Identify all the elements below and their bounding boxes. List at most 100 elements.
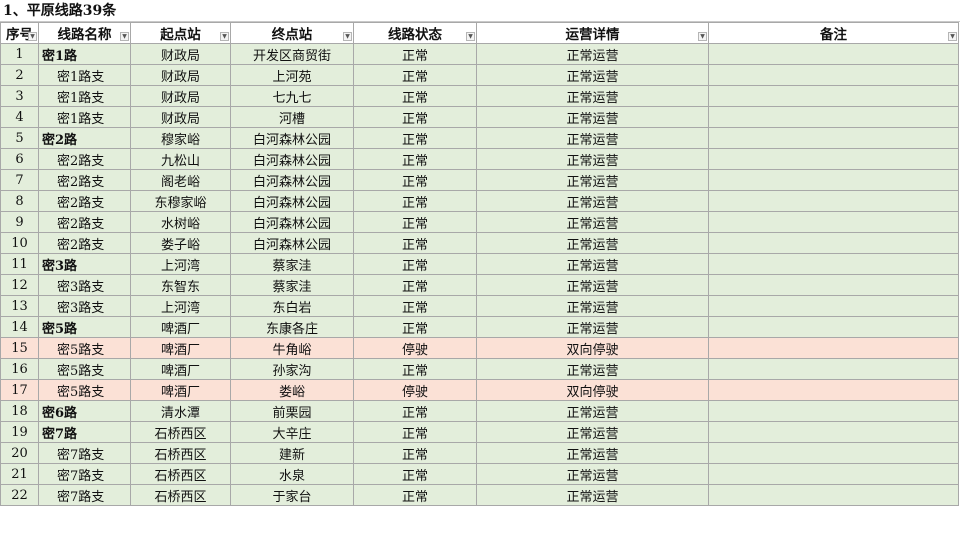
cell-no[interactable]: 7 — [0, 169, 39, 191]
cell-no[interactable]: 19 — [0, 421, 39, 443]
cell-start-station[interactable]: 清水潭 — [130, 400, 231, 422]
cell-end-station[interactable]: 孙家沟 — [230, 358, 354, 380]
cell-no[interactable]: 13 — [0, 295, 39, 317]
cell-start-station[interactable]: 娄子峪 — [130, 232, 231, 254]
cell-route-name[interactable]: 密6路 — [38, 400, 131, 422]
cell-remarks[interactable] — [708, 421, 959, 443]
cell-end-station[interactable]: 上河苑 — [230, 64, 354, 86]
cell-end-station[interactable]: 于家台 — [230, 484, 354, 506]
cell-route-status[interactable]: 正常 — [353, 148, 477, 170]
cell-start-station[interactable]: 财政局 — [130, 64, 231, 86]
cell-route-name[interactable]: 密5路支 — [38, 358, 131, 380]
filter-dropdown-icon[interactable]: ▼ — [698, 32, 707, 41]
cell-end-station[interactable]: 东康各庄 — [230, 316, 354, 338]
cell-end-station[interactable]: 白河森林公园 — [230, 169, 354, 191]
cell-remarks[interactable] — [708, 358, 959, 380]
cell-no[interactable]: 21 — [0, 463, 39, 485]
cell-end-station[interactable]: 白河森林公园 — [230, 211, 354, 233]
cell-operation-detail[interactable]: 正常运营 — [476, 169, 709, 191]
cell-route-name[interactable]: 密7路支 — [38, 442, 131, 464]
cell-start-station[interactable]: 啤酒厂 — [130, 337, 231, 359]
cell-route-status[interactable]: 正常 — [353, 253, 477, 275]
cell-route-name[interactable]: 密3路支 — [38, 295, 131, 317]
cell-start-station[interactable]: 上河湾 — [130, 253, 231, 275]
cell-start-station[interactable]: 九松山 — [130, 148, 231, 170]
cell-route-status[interactable]: 正常 — [353, 442, 477, 464]
filter-dropdown-icon[interactable]: ▼ — [28, 32, 37, 41]
cell-operation-detail[interactable]: 正常运营 — [476, 190, 709, 212]
cell-start-station[interactable]: 上河湾 — [130, 295, 231, 317]
cell-no[interactable]: 4 — [0, 106, 39, 128]
cell-remarks[interactable] — [708, 64, 959, 86]
cell-remarks[interactable] — [708, 442, 959, 464]
cell-end-station[interactable]: 白河森林公园 — [230, 232, 354, 254]
cell-no[interactable]: 22 — [0, 484, 39, 506]
cell-remarks[interactable] — [708, 85, 959, 107]
cell-end-station[interactable]: 建新 — [230, 442, 354, 464]
filter-dropdown-icon[interactable]: ▼ — [466, 32, 475, 41]
cell-end-station[interactable]: 娄峪 — [230, 379, 354, 401]
cell-operation-detail[interactable]: 正常运营 — [476, 295, 709, 317]
cell-route-name[interactable]: 密3路 — [38, 253, 131, 275]
cell-start-station[interactable]: 石桥西区 — [130, 442, 231, 464]
cell-end-station[interactable]: 前栗园 — [230, 400, 354, 422]
cell-start-station[interactable]: 石桥西区 — [130, 484, 231, 506]
cell-no[interactable]: 10 — [0, 232, 39, 254]
cell-remarks[interactable] — [708, 400, 959, 422]
cell-route-name[interactable]: 密2路支 — [38, 169, 131, 191]
cell-operation-detail[interactable]: 正常运营 — [476, 211, 709, 233]
cell-operation-detail[interactable]: 正常运营 — [476, 358, 709, 380]
cell-remarks[interactable] — [708, 337, 959, 359]
cell-operation-detail[interactable]: 双向停驶 — [476, 379, 709, 401]
cell-start-station[interactable]: 石桥西区 — [130, 463, 231, 485]
cell-remarks[interactable] — [708, 211, 959, 233]
cell-no[interactable]: 5 — [0, 127, 39, 149]
cell-operation-detail[interactable]: 正常运营 — [476, 127, 709, 149]
cell-route-status[interactable]: 正常 — [353, 400, 477, 422]
cell-operation-detail[interactable]: 正常运营 — [476, 274, 709, 296]
cell-operation-detail[interactable]: 正常运营 — [476, 463, 709, 485]
cell-route-name[interactable]: 密5路支 — [38, 379, 131, 401]
cell-operation-detail[interactable]: 正常运营 — [476, 253, 709, 275]
cell-remarks[interactable] — [708, 295, 959, 317]
cell-end-station[interactable]: 牛角峪 — [230, 337, 354, 359]
cell-start-station[interactable]: 石桥西区 — [130, 421, 231, 443]
cell-end-station[interactable]: 蔡家洼 — [230, 253, 354, 275]
cell-no[interactable]: 16 — [0, 358, 39, 380]
cell-end-station[interactable]: 东白岩 — [230, 295, 354, 317]
cell-start-station[interactable]: 啤酒厂 — [130, 316, 231, 338]
cell-route-status[interactable]: 停驶 — [353, 337, 477, 359]
cell-no[interactable]: 3 — [0, 85, 39, 107]
cell-route-status[interactable]: 正常 — [353, 106, 477, 128]
cell-end-station[interactable]: 大辛庄 — [230, 421, 354, 443]
cell-route-status[interactable]: 正常 — [353, 463, 477, 485]
cell-route-status[interactable]: 正常 — [353, 64, 477, 86]
cell-end-station[interactable]: 白河森林公园 — [230, 148, 354, 170]
cell-operation-detail[interactable]: 正常运营 — [476, 421, 709, 443]
cell-remarks[interactable] — [708, 232, 959, 254]
cell-route-name[interactable]: 密5路 — [38, 316, 131, 338]
cell-route-name[interactable]: 密1路 — [38, 43, 131, 65]
cell-operation-detail[interactable]: 正常运营 — [476, 106, 709, 128]
cell-route-name[interactable]: 密5路支 — [38, 337, 131, 359]
cell-end-station[interactable]: 河槽 — [230, 106, 354, 128]
cell-remarks[interactable] — [708, 190, 959, 212]
cell-remarks[interactable] — [708, 148, 959, 170]
cell-route-name[interactable]: 密2路支 — [38, 190, 131, 212]
cell-start-station[interactable]: 财政局 — [130, 85, 231, 107]
cell-operation-detail[interactable]: 正常运营 — [476, 400, 709, 422]
filter-dropdown-icon[interactable]: ▼ — [120, 32, 129, 41]
cell-start-station[interactable]: 东穆家峪 — [130, 190, 231, 212]
cell-route-status[interactable]: 正常 — [353, 484, 477, 506]
cell-route-name[interactable]: 密1路支 — [38, 64, 131, 86]
cell-end-station[interactable]: 白河森林公园 — [230, 127, 354, 149]
cell-no[interactable]: 12 — [0, 274, 39, 296]
cell-start-station[interactable]: 财政局 — [130, 43, 231, 65]
cell-end-station[interactable]: 蔡家洼 — [230, 274, 354, 296]
cell-operation-detail[interactable]: 正常运营 — [476, 148, 709, 170]
cell-remarks[interactable] — [708, 43, 959, 65]
cell-no[interactable]: 6 — [0, 148, 39, 170]
cell-route-status[interactable]: 正常 — [353, 169, 477, 191]
cell-no[interactable]: 9 — [0, 211, 39, 233]
cell-no[interactable]: 11 — [0, 253, 39, 275]
